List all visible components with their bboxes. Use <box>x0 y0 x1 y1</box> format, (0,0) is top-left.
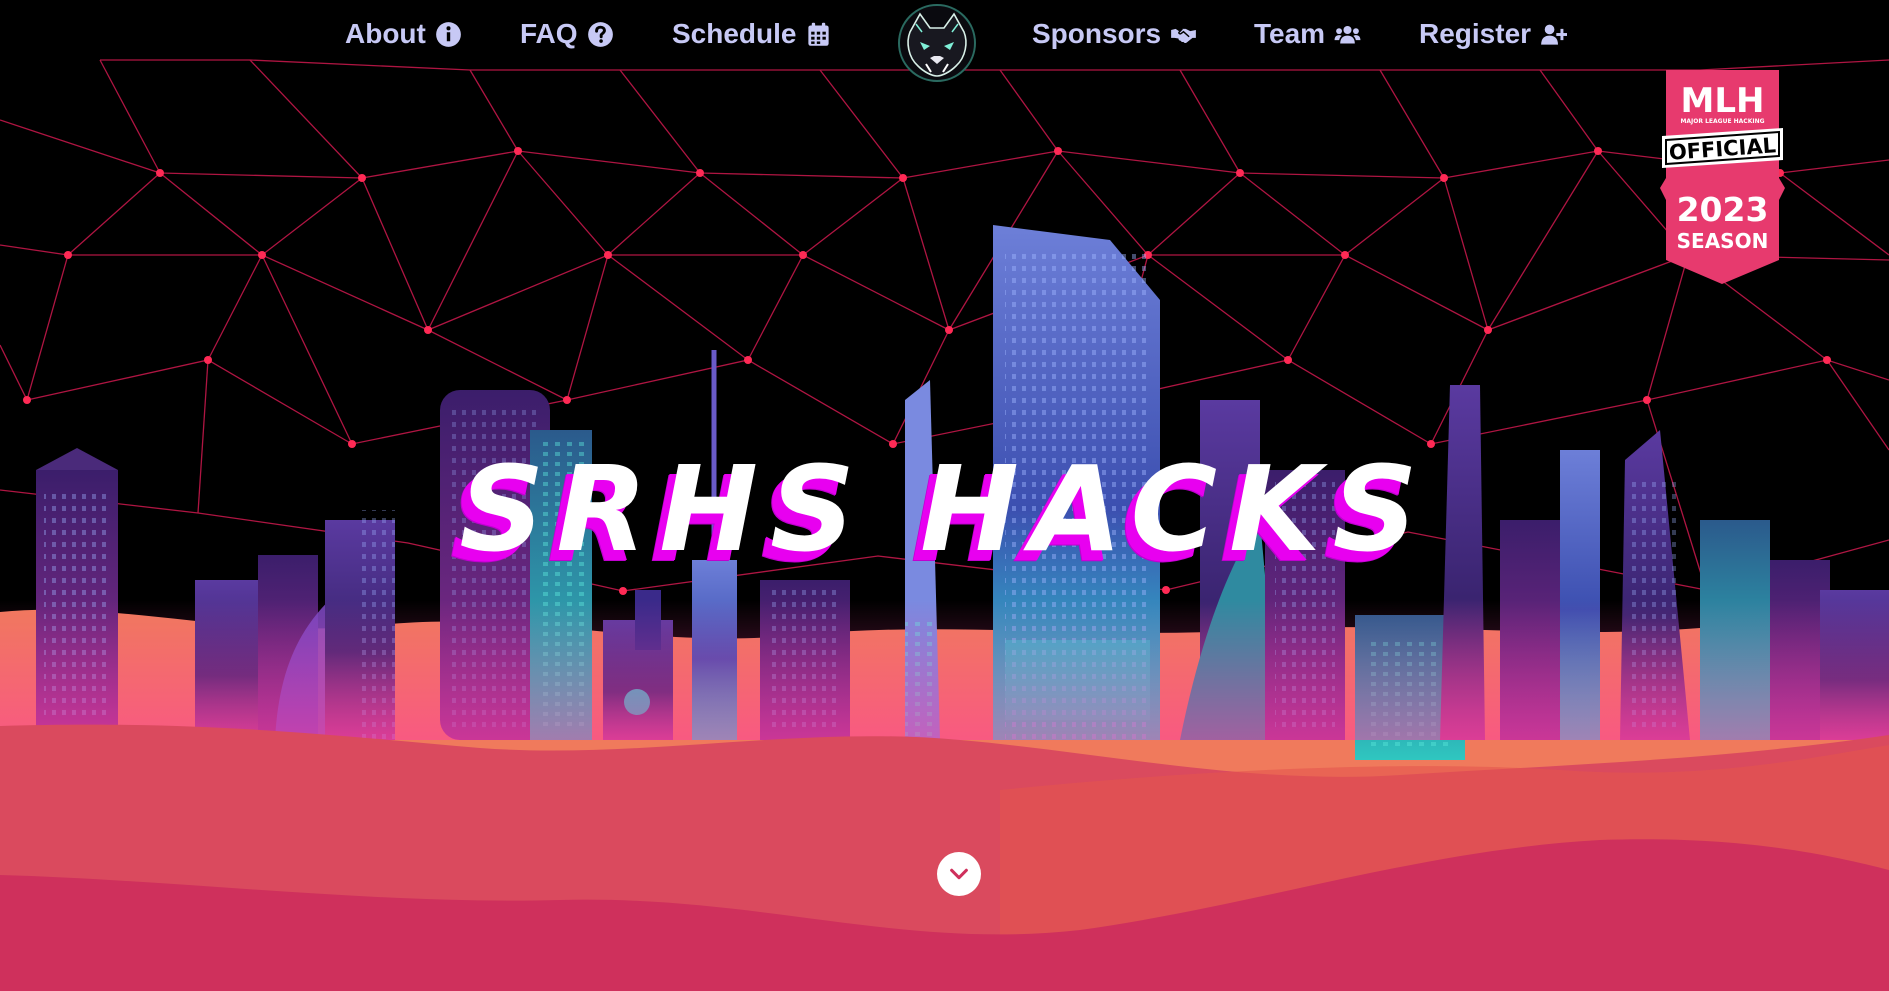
nav-about[interactable]: About <box>345 18 462 50</box>
nav-about-label: About <box>345 18 426 49</box>
users-icon <box>1334 25 1361 43</box>
nav-schedule[interactable]: Schedule <box>672 18 832 50</box>
mlh-badge-year: 2023 <box>1677 190 1769 229</box>
scroll-down-button[interactable] <box>937 852 981 896</box>
question-circle-icon <box>587 21 613 47</box>
nav-sponsors-label: Sponsors <box>1032 18 1162 49</box>
chevron-down-icon <box>950 868 968 880</box>
nav-register-label: Register <box>1419 18 1532 49</box>
panther-logo[interactable] <box>896 2 978 84</box>
nav-team[interactable]: Team <box>1254 18 1361 50</box>
nav-faq[interactable]: FAQ <box>520 18 614 50</box>
nav-register[interactable]: Register <box>1419 18 1568 50</box>
mlh-badge[interactable]: MLH MAJOR LEAGUE HACKING OFFICIAL 2023 S… <box>1660 70 1785 288</box>
mlh-badge-org-full: MAJOR LEAGUE HACKING <box>1680 118 1764 125</box>
calendar-icon <box>808 22 830 46</box>
nav-team-label: Team <box>1254 18 1326 49</box>
nav-faq-label: FAQ <box>520 18 578 49</box>
hero-title: SRHS HACKS <box>459 440 1430 578</box>
nav-sponsors[interactable]: Sponsors <box>1032 18 1197 50</box>
nav-schedule-label: Schedule <box>672 18 797 49</box>
mlh-badge-season: SEASON <box>1677 229 1769 253</box>
handshake-icon <box>1171 27 1197 43</box>
user-plus-icon <box>1541 24 1568 45</box>
mlh-badge-org: MLH <box>1681 81 1765 121</box>
info-circle-icon <box>435 21 461 47</box>
